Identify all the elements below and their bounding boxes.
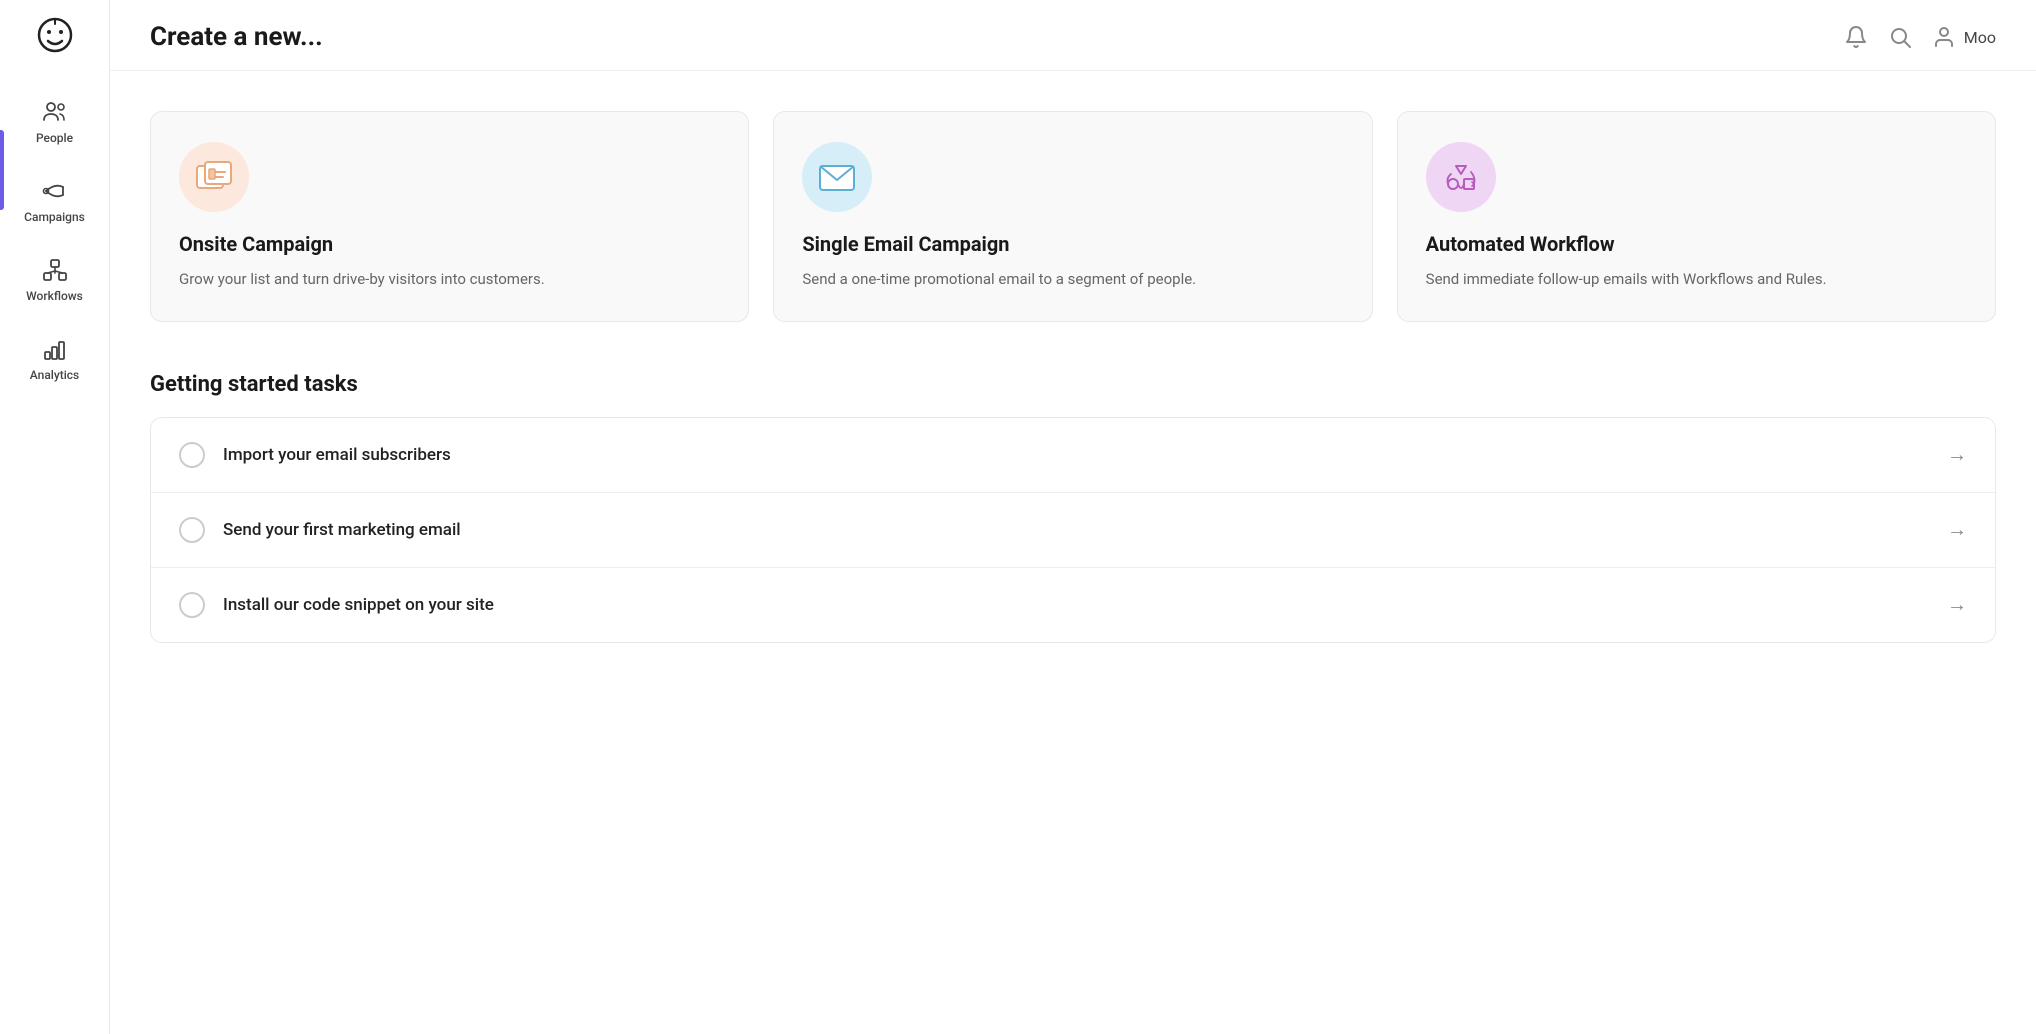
getting-started-section: Getting started tasks Import your email …	[150, 372, 1996, 643]
task-label-email: Send your first marketing email	[223, 520, 461, 540]
email-campaign-card[interactable]: Single Email Campaign Send a one-time pr…	[773, 111, 1372, 322]
workflow-desc: Send immediate follow-up emails with Wor…	[1426, 268, 1967, 291]
sidebar-item-people[interactable]: People	[0, 84, 109, 159]
people-icon	[41, 98, 69, 126]
header-actions: Moo	[1844, 25, 1996, 49]
onsite-campaign-desc: Grow your list and turn drive-by visitor…	[179, 268, 720, 291]
campaigns-icon	[41, 177, 69, 205]
workflow-card[interactable]: Automated Workflow Send immediate follow…	[1397, 111, 1996, 322]
task-label-snippet: Install our code snippet on your site	[223, 595, 494, 615]
workflow-title: Automated Workflow	[1426, 232, 1967, 256]
task-arrow-snippet: →	[1947, 592, 1967, 617]
notifications-icon[interactable]	[1844, 25, 1868, 49]
app-logo[interactable]	[28, 10, 82, 64]
user-icon	[1932, 25, 1956, 49]
sidebar-item-campaigns-label: Campaigns	[24, 210, 85, 224]
task-checkbox-snippet[interactable]	[179, 592, 205, 618]
sidebar-item-people-label: People	[36, 131, 73, 145]
email-campaign-title: Single Email Campaign	[802, 232, 1343, 256]
task-install-snippet[interactable]: Install our code snippet on your site →	[151, 568, 1995, 642]
task-left-3: Install our code snippet on your site	[179, 592, 494, 618]
workflows-icon	[41, 256, 69, 284]
user-menu[interactable]: Moo	[1932, 25, 1996, 49]
task-arrow-import: →	[1947, 442, 1967, 467]
sidebar: People Campaigns Workflows Analytics	[0, 0, 110, 1034]
sidebar-item-campaigns[interactable]: Campaigns	[0, 163, 109, 238]
analytics-icon	[41, 335, 69, 363]
email-campaign-icon-bg	[802, 142, 872, 212]
user-name: Moo	[1964, 28, 1996, 47]
task-first-email[interactable]: Send your first marketing email →	[151, 493, 1995, 568]
search-icon[interactable]	[1888, 25, 1912, 49]
email-campaign-desc: Send a one-time promotional email to a s…	[802, 268, 1343, 291]
task-list: Import your email subscribers → Send you…	[150, 417, 1996, 643]
page-title: Create a new...	[150, 22, 323, 52]
sidebar-item-analytics-label: Analytics	[30, 368, 79, 382]
onsite-campaign-title: Onsite Campaign	[179, 232, 720, 256]
task-label-import: Import your email subscribers	[223, 445, 451, 465]
onsite-campaign-icon-bg	[179, 142, 249, 212]
task-arrow-email: →	[1947, 517, 1967, 542]
sidebar-item-workflows[interactable]: Workflows	[0, 242, 109, 317]
task-import-subscribers[interactable]: Import your email subscribers →	[151, 418, 1995, 493]
main-content: Create a new...	[110, 0, 2036, 1034]
onsite-campaign-icon	[189, 152, 239, 202]
active-nav-indicator	[0, 130, 4, 210]
content-area: Onsite Campaign Grow your list and turn …	[110, 71, 2036, 1034]
onsite-campaign-card[interactable]: Onsite Campaign Grow your list and turn …	[150, 111, 749, 322]
sidebar-item-workflows-label: Workflows	[26, 289, 83, 303]
email-campaign-icon	[812, 152, 862, 202]
task-left: Import your email subscribers	[179, 442, 451, 468]
create-options-grid: Onsite Campaign Grow your list and turn …	[150, 111, 1996, 322]
task-checkbox-import[interactable]	[179, 442, 205, 468]
getting-started-title: Getting started tasks	[150, 372, 1996, 397]
workflow-icon-bg	[1426, 142, 1496, 212]
sidebar-item-analytics[interactable]: Analytics	[0, 321, 109, 396]
automated-workflow-icon	[1436, 152, 1486, 202]
task-checkbox-email[interactable]	[179, 517, 205, 543]
task-left-2: Send your first marketing email	[179, 517, 461, 543]
page-header: Create a new...	[110, 0, 2036, 71]
